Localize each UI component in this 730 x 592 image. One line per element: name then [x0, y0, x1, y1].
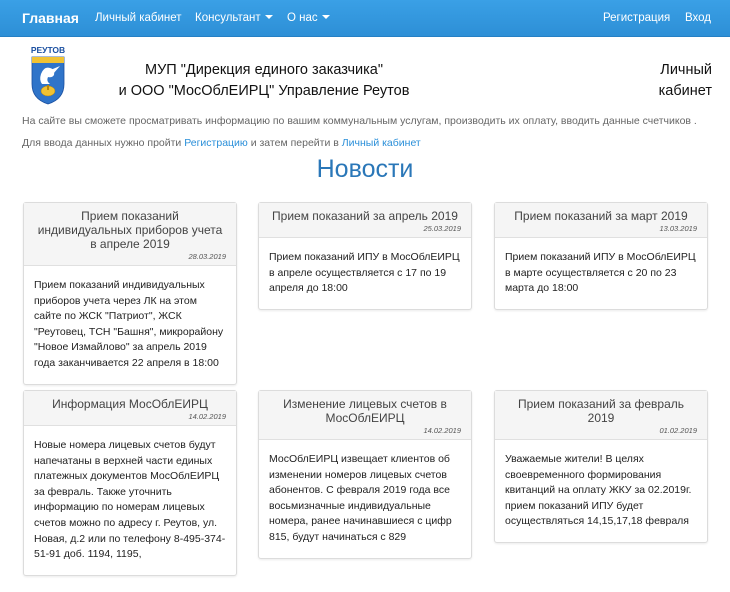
news-card[interactable]: Прием показаний индивидуальных приборов …	[23, 202, 237, 385]
cabinet-link[interactable]: Личный кабинет	[342, 137, 421, 149]
nav-item-login[interactable]: Вход	[685, 0, 711, 37]
news-heading: Новости	[316, 155, 414, 183]
news-card-body: Прием показаний индивидуальных приборов …	[34, 279, 224, 369]
news-card-header: Изменение лицевых счетов в МосОблЕИРЦ 14…	[259, 391, 471, 440]
organization-title-line2: и ООО "МосОблЕИРЦ" Управление Реутов	[118, 83, 410, 99]
nav-item-register[interactable]: Регистрация	[603, 0, 670, 37]
news-card[interactable]: Прием показаний за март 2019 13.03.2019 …	[494, 202, 708, 310]
news-card-header: Прием показаний за февраль 2019 01.02.20…	[495, 391, 707, 440]
news-card-title[interactable]: Прием показаний за март 2019	[505, 209, 697, 223]
news-card-date: 01.02.2019	[659, 426, 697, 435]
news-card-title[interactable]: Прием показаний за февраль 2019	[505, 397, 697, 425]
chevron-down-icon	[321, 14, 330, 19]
organization-title: МУП "Дирекция единого заказчика" и ООО "…	[74, 60, 454, 102]
nav-item-consultant-label: Консультант	[195, 12, 261, 24]
top-navbar: Главная Личный кабинет Консультант О нас…	[0, 0, 730, 37]
news-card-title[interactable]: Изменение лицевых счетов в МосОблЕИРЦ	[269, 397, 461, 425]
news-card-body: Новые номера лицевых счетов будут напеча…	[34, 439, 226, 561]
info-text-services: На сайте вы сможете просматривать информ…	[22, 115, 697, 127]
news-card-date: 14.02.2019	[188, 412, 226, 421]
news-card-header: Прием показаний за март 2019 13.03.2019	[495, 203, 707, 238]
news-card-body: МосОблЕИРЦ извещает клиентов об изменени…	[269, 453, 452, 543]
nav-brand-home[interactable]: Главная	[22, 0, 79, 37]
logo-text: РЕУТОВ	[31, 45, 65, 55]
news-card-title[interactable]: Прием показаний за апрель 2019	[269, 209, 461, 223]
nav-item-about[interactable]: О нас	[287, 0, 330, 37]
news-card-header: Прием показаний за апрель 2019 25.03.201…	[259, 203, 471, 238]
news-card-date: 14.02.2019	[423, 426, 461, 435]
news-card-date: 25.03.2019	[423, 224, 461, 233]
nav-item-about-label: О нас	[287, 12, 318, 24]
news-card[interactable]: Информация МосОблЕИРЦ 14.02.2019 Новые н…	[23, 390, 237, 576]
news-card-title[interactable]: Прием показаний индивидуальных приборов …	[34, 209, 226, 251]
news-card-date: 13.03.2019	[659, 224, 697, 233]
organization-title-line1: МУП "Дирекция единого заказчика"	[145, 62, 383, 78]
news-card-title[interactable]: Информация МосОблЕИРЦ	[34, 397, 226, 411]
reutov-coat-of-arms-logo: РЕУТОВ	[31, 45, 65, 105]
registration-link[interactable]: Регистрацию	[184, 137, 248, 149]
news-card-header: Информация МосОблЕИРЦ 14.02.2019	[24, 391, 236, 426]
news-card[interactable]: Изменение лицевых счетов в МосОблЕИРЦ 14…	[258, 390, 472, 559]
info-text-mid: и затем перейти в	[247, 137, 342, 149]
cabinet-heading: Личный кабинет	[640, 60, 712, 102]
news-card-header: Прием показаний индивидуальных приборов …	[24, 203, 236, 266]
news-card-body: Прием показаний ИПУ в МосОблЕИРЦ в марте…	[505, 251, 696, 295]
cabinet-heading-line1: Личный	[660, 62, 712, 78]
info-text-registration: Для ввода данных нужно пройти Регистраци…	[22, 137, 421, 149]
nav-item-cabinet[interactable]: Личный кабинет	[95, 0, 182, 37]
nav-item-consultant[interactable]: Консультант	[195, 0, 273, 37]
news-card[interactable]: Прием показаний за февраль 2019 01.02.20…	[494, 390, 708, 543]
cabinet-heading-line2: кабинет	[658, 83, 712, 99]
news-card-body: Прием показаний ИПУ в МосОблЕИРЦ в апрел…	[269, 251, 460, 295]
news-card-date: 28.03.2019	[188, 252, 226, 261]
chevron-down-icon	[264, 14, 273, 19]
news-card[interactable]: Прием показаний за апрель 2019 25.03.201…	[258, 202, 472, 310]
info-text-pre: Для ввода данных нужно пройти	[22, 137, 185, 149]
news-card-body: Уважаемые жители! В целях своевременного…	[505, 453, 692, 528]
